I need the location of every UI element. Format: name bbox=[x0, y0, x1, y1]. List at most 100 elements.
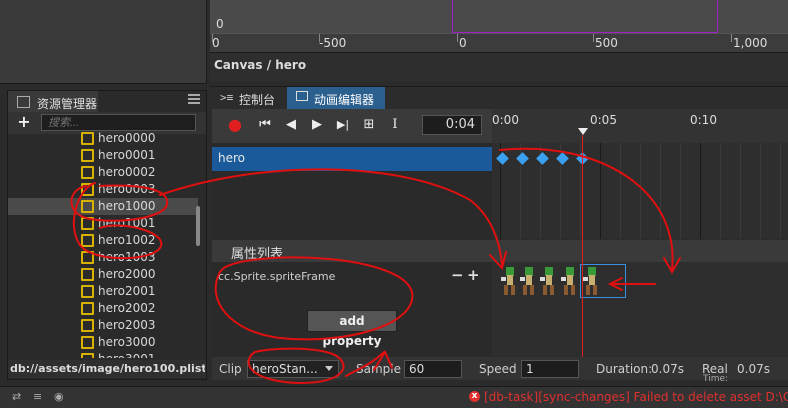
sprite-frame-icon bbox=[81, 353, 94, 358]
menu-icon[interactable] bbox=[188, 94, 200, 104]
sprite-frame-icon bbox=[81, 132, 94, 145]
asset-item-label: hero2002 bbox=[98, 301, 156, 315]
ruler-label: 500 bbox=[595, 36, 618, 50]
sprite-frame-thumbnail[interactable] bbox=[519, 265, 537, 297]
asset-list[interactable]: hero0000 hero0001 hero0002 hero0003 hero1000… bbox=[8, 130, 198, 358]
jump-first-button[interactable]: ⏮ bbox=[256, 116, 274, 134]
asset-item-label: hero0001 bbox=[98, 148, 156, 162]
asset-item[interactable]: hero0002 bbox=[8, 164, 198, 181]
add-asset-button[interactable]: + bbox=[16, 112, 32, 132]
add-event-button[interactable]: I bbox=[386, 116, 404, 134]
asset-item-label: hero0003 bbox=[98, 182, 156, 196]
asset-item-label: hero2001 bbox=[98, 284, 156, 298]
speed-input[interactable]: 1 bbox=[521, 360, 579, 378]
node-label: hero bbox=[218, 151, 245, 165]
asset-item-label: hero1002 bbox=[98, 233, 156, 247]
add-property-inline-button[interactable]: + bbox=[467, 266, 480, 284]
add-keyframe-button[interactable]: ⊞ bbox=[360, 116, 378, 134]
property-name[interactable]: cc.Sprite.spriteFrame bbox=[218, 270, 335, 283]
chevron-down-icon[interactable] bbox=[325, 366, 333, 371]
error-icon: x bbox=[469, 391, 480, 402]
asset-path: db://assets/image/hero100.plist... bbox=[10, 362, 205, 375]
asset-item-label: hero2000 bbox=[98, 267, 156, 281]
property-list-title: 属性列表 bbox=[231, 247, 284, 262]
sprite-frame-icon bbox=[81, 183, 94, 196]
sample-input[interactable]: 60 bbox=[404, 360, 462, 378]
sync-icon[interactable]: ⇄ bbox=[12, 391, 24, 402]
asset-item-label: hero3001 bbox=[98, 352, 156, 358]
prev-frame-button[interactable]: ◀ bbox=[282, 116, 300, 134]
tab-animation-editor-label[interactable]: 动画编辑器 bbox=[314, 91, 374, 108]
asset-item[interactable]: hero2003 bbox=[8, 317, 198, 334]
folder-icon bbox=[17, 96, 30, 108]
play-button[interactable]: ▶ bbox=[308, 116, 326, 134]
timeline-gridline bbox=[620, 143, 621, 239]
asset-item[interactable]: hero3000 bbox=[8, 334, 198, 351]
asset-item[interactable]: hero1003 bbox=[8, 249, 198, 266]
asset-item[interactable]: hero1002 bbox=[8, 232, 198, 249]
asset-panel-title: 资源管理器 bbox=[37, 97, 98, 111]
timeline-gridline bbox=[780, 143, 781, 239]
node-row-hero[interactable] bbox=[212, 147, 492, 171]
speed-label: Speed bbox=[479, 362, 517, 376]
playhead-handle[interactable] bbox=[578, 128, 588, 135]
breadcrumb[interactable]: Canvas / hero bbox=[214, 58, 306, 72]
current-time-field[interactable]: 0:04 bbox=[422, 115, 482, 135]
asset-item-label: hero3000 bbox=[98, 335, 156, 349]
duration-label: Duration: bbox=[596, 362, 653, 376]
timeline-gridline bbox=[740, 143, 741, 239]
timeline-label: 0:00 bbox=[492, 113, 519, 127]
sprite-frame-thumbnail[interactable] bbox=[500, 265, 518, 297]
asset-item-label: hero1001 bbox=[98, 216, 156, 230]
asset-item[interactable]: hero2002 bbox=[8, 300, 198, 317]
sprite-frame-thumbnail[interactable] bbox=[560, 265, 578, 297]
timeline-gridline bbox=[600, 143, 601, 239]
asset-item[interactable]: hero0001 bbox=[8, 147, 198, 164]
animation-icon bbox=[296, 91, 308, 101]
timeline-gridline bbox=[640, 143, 641, 239]
playhead-line bbox=[582, 135, 583, 357]
record-button[interactable]: ● bbox=[226, 116, 244, 134]
duration-value: 0.07s bbox=[651, 362, 684, 376]
console-icon: >≡ bbox=[220, 91, 234, 104]
asset-item[interactable]: hero1000 bbox=[8, 198, 198, 215]
sprite-frame-thumbnail[interactable] bbox=[539, 265, 557, 297]
asset-item[interactable]: hero0000 bbox=[8, 130, 198, 147]
asset-item[interactable]: hero3001 bbox=[8, 351, 198, 358]
asset-item[interactable]: hero2000 bbox=[8, 266, 198, 283]
eye-icon[interactable]: ◉ bbox=[54, 391, 66, 402]
status-message[interactable]: [db-task][sync-changes] Failed to delete… bbox=[484, 390, 788, 404]
asset-item-label: hero1003 bbox=[98, 250, 156, 264]
sprite-frame-icon bbox=[81, 268, 94, 281]
sprite-frame-icon bbox=[81, 200, 94, 213]
property-list-header bbox=[212, 240, 788, 262]
asset-item[interactable]: hero2001 bbox=[8, 283, 198, 300]
sprite-frame-icon bbox=[81, 217, 94, 230]
timeline-gridline bbox=[680, 143, 681, 239]
canvas-bounds bbox=[452, 0, 718, 33]
timeline-header[interactable] bbox=[492, 109, 788, 143]
asset-scrollbar[interactable] bbox=[196, 206, 200, 246]
add-property-button[interactable]: add property bbox=[307, 310, 397, 348]
timeline-label: 0:10 bbox=[690, 113, 717, 127]
sprite-frame-icon bbox=[81, 234, 94, 247]
sprite-frame-icon bbox=[81, 251, 94, 264]
asset-item[interactable]: hero0003 bbox=[8, 181, 198, 198]
sprite-frame-icon bbox=[81, 149, 94, 162]
frame-selection-box bbox=[580, 264, 626, 298]
asset-item-label: hero0002 bbox=[98, 165, 156, 179]
sprite-frame-icon bbox=[81, 302, 94, 315]
next-frame-button[interactable]: ▶| bbox=[334, 116, 352, 134]
asset-item-label: hero1000 bbox=[98, 199, 156, 213]
remove-property-button[interactable]: − bbox=[451, 266, 464, 284]
tab-console-label[interactable]: 控制台 bbox=[239, 91, 275, 108]
asset-item[interactable]: hero1001 bbox=[8, 215, 198, 232]
sprite-frame-icon bbox=[81, 166, 94, 179]
real-time-value: 0.07s bbox=[737, 362, 770, 376]
database-icon[interactable]: ≡ bbox=[33, 391, 45, 402]
ruler-label: 0 bbox=[212, 36, 220, 50]
sample-label: Sample bbox=[356, 362, 401, 376]
ruler-label: -500 bbox=[319, 36, 347, 50]
timeline-gridline bbox=[720, 143, 721, 239]
asset-search-input[interactable] bbox=[41, 114, 196, 131]
